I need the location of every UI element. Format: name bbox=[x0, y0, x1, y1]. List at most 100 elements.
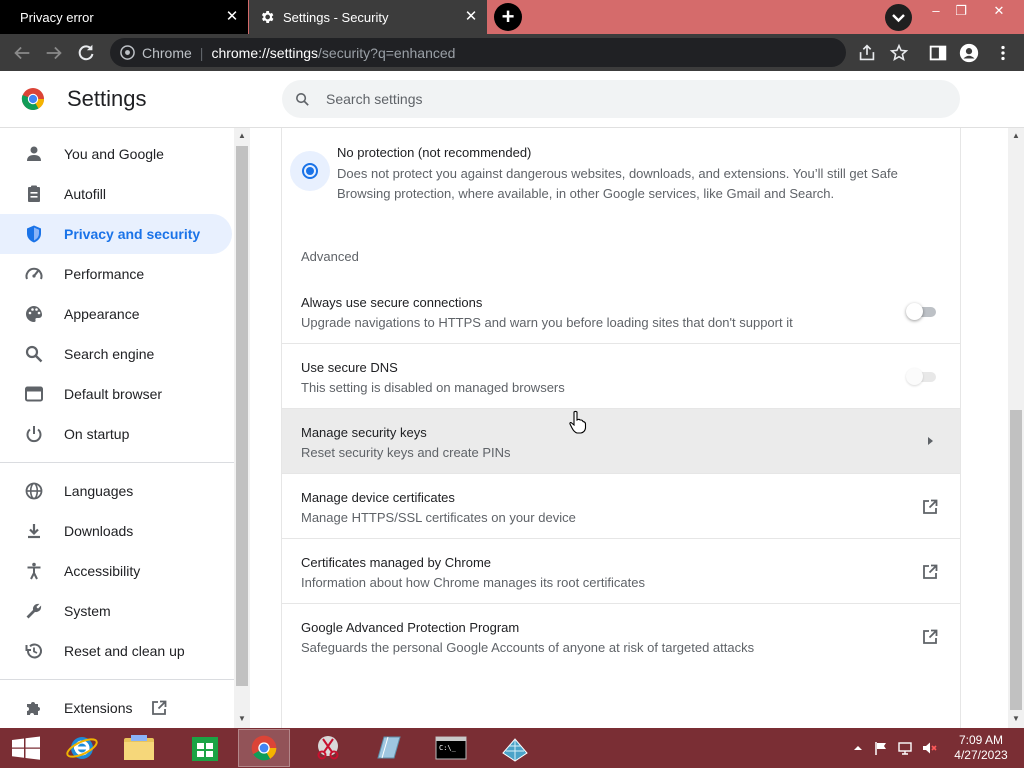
row-always-use-secure-connections[interactable]: Always use secure connections Upgrade na… bbox=[282, 279, 960, 344]
omnibox-separator: | bbox=[199, 44, 204, 61]
content-scroll-thumb[interactable] bbox=[1010, 410, 1022, 710]
scroll-down-arrow-icon[interactable]: ▼ bbox=[1012, 715, 1020, 723]
wrench-icon bbox=[26, 603, 42, 619]
row-use-secure-dns[interactable]: Use secure DNS This setting is disabled … bbox=[282, 343, 960, 408]
notepad-icon[interactable] bbox=[362, 729, 414, 767]
taskbar-clock[interactable]: 7:09 AM 4/27/2023 bbox=[946, 733, 1016, 763]
side-panel-icon[interactable] bbox=[927, 42, 949, 64]
show-hidden-icons-icon[interactable] bbox=[850, 740, 866, 756]
sidebar-item-label: Languages bbox=[64, 483, 134, 499]
snipping-tool-icon[interactable] bbox=[302, 729, 354, 767]
internet-explorer-icon[interactable] bbox=[56, 729, 108, 767]
close-window-button[interactable]: ✕ bbox=[982, 0, 1016, 22]
sidebar-divider bbox=[0, 679, 234, 680]
sidebar-item-privacy-and-security[interactable]: Privacy and security bbox=[0, 214, 232, 254]
toggle-knob bbox=[906, 303, 923, 320]
speaker-muted-icon[interactable] bbox=[921, 740, 937, 756]
clock-time: 7:09 AM bbox=[958, 733, 1004, 747]
store-icon[interactable] bbox=[180, 729, 232, 767]
settings-search[interactable] bbox=[282, 80, 960, 118]
sidebar-item-accessibility[interactable]: Accessibility bbox=[0, 551, 232, 591]
accessibility-icon bbox=[27, 562, 41, 580]
back-arrow-icon[interactable] bbox=[11, 42, 33, 64]
sidebar-item-autofill[interactable]: Autofill bbox=[0, 174, 232, 214]
share-icon[interactable] bbox=[856, 42, 878, 64]
forward-arrow-icon[interactable] bbox=[43, 42, 65, 64]
profile-avatar-icon[interactable] bbox=[958, 42, 980, 64]
palette-icon bbox=[26, 306, 43, 322]
url-host: chrome://settings bbox=[211, 44, 319, 61]
row-manage-security-keys[interactable]: Manage security keys Reset security keys… bbox=[282, 408, 960, 473]
sidebar-item-you-and-google[interactable]: You and Google bbox=[0, 134, 232, 174]
radio-button-selected[interactable] bbox=[302, 163, 318, 179]
tab-settings-security[interactable]: Settings - Security ✕ bbox=[249, 0, 487, 34]
sidebar-item-appearance[interactable]: Appearance bbox=[0, 294, 232, 334]
action-center-flag-icon[interactable] bbox=[873, 740, 889, 756]
network-app-icon[interactable] bbox=[489, 729, 541, 767]
row-title: Always use secure connections bbox=[301, 295, 483, 310]
search-input[interactable] bbox=[326, 80, 926, 118]
secure-dns-toggle bbox=[906, 367, 938, 385]
speedometer-icon bbox=[25, 267, 43, 280]
row-manage-device-certificates[interactable]: Manage device certificates Manage HTTPS/… bbox=[282, 473, 960, 538]
close-tab-icon[interactable]: ✕ bbox=[224, 9, 240, 25]
page-title: Settings bbox=[67, 86, 147, 111]
sidebar-scroll-thumb[interactable] bbox=[236, 146, 248, 686]
sidebar-item-search-engine[interactable]: Search engine bbox=[0, 334, 232, 374]
row-subtitle: This setting is disabled on managed brow… bbox=[301, 380, 565, 395]
secure-connections-toggle[interactable] bbox=[906, 302, 938, 320]
row-subtitle: Manage HTTPS/SSL certificates on your de… bbox=[301, 510, 576, 525]
sidebar-item-label: System bbox=[64, 603, 111, 619]
settings-header: Settings bbox=[0, 71, 1024, 128]
row-title: Manage device certificates bbox=[301, 490, 455, 505]
sidebar-item-languages[interactable]: Languages bbox=[0, 471, 232, 511]
row-certificates-managed-by-chrome[interactable]: Certificates managed by Chrome Informati… bbox=[282, 538, 960, 603]
restore-button[interactable]: ❐ bbox=[946, 0, 976, 22]
windows-taskbar: C:\_ 7:09 AM 4/27/2023 bbox=[0, 728, 1024, 768]
external-link-icon bbox=[152, 700, 167, 715]
row-advanced-protection-program[interactable]: Google Advanced Protection Program Safeg… bbox=[282, 603, 960, 668]
windows-start-icon[interactable] bbox=[0, 729, 52, 767]
hand-pointer-cursor-icon bbox=[569, 410, 587, 434]
bookmark-star-icon[interactable] bbox=[888, 42, 910, 64]
close-tab-icon[interactable]: ✕ bbox=[463, 9, 479, 25]
sidebar-item-performance[interactable]: Performance bbox=[0, 254, 232, 294]
new-tab-button[interactable]: + bbox=[494, 3, 522, 31]
sidebar-item-label: On startup bbox=[64, 426, 130, 442]
sidebar-divider bbox=[0, 462, 234, 463]
sidebar-item-default-browser[interactable]: Default browser bbox=[0, 374, 232, 414]
scroll-up-arrow-icon[interactable]: ▲ bbox=[1012, 132, 1020, 140]
sidebar-item-label: Default browser bbox=[64, 386, 163, 402]
search-icon bbox=[25, 345, 43, 363]
arrow-right-icon bbox=[928, 437, 933, 445]
external-link-icon bbox=[923, 499, 938, 514]
chrome-taskbar-icon[interactable] bbox=[238, 729, 290, 767]
sidebar-item-system[interactable]: System bbox=[0, 591, 232, 631]
content-scrollbar[interactable]: ▲ ▼ bbox=[1008, 128, 1024, 728]
globe-icon bbox=[25, 482, 43, 500]
network-status-icon[interactable] bbox=[897, 740, 913, 756]
power-icon bbox=[26, 426, 42, 443]
sidebar-item-reset-and-clean-up[interactable]: Reset and clean up bbox=[0, 631, 232, 671]
row-title: Google Advanced Protection Program bbox=[301, 620, 520, 635]
tab-search-button[interactable] bbox=[885, 4, 912, 31]
no-protection-description: Does not protect you against dangerous w… bbox=[337, 166, 898, 201]
row-title: Use secure DNS bbox=[301, 360, 398, 375]
no-protection-title: No protection (not recommended) bbox=[337, 145, 532, 160]
file-explorer-icon[interactable] bbox=[113, 729, 165, 767]
scroll-up-arrow-icon[interactable]: ▲ bbox=[238, 132, 246, 140]
row-subtitle: Safeguards the personal Google Accounts … bbox=[301, 640, 755, 655]
more-menu-icon[interactable] bbox=[992, 42, 1014, 64]
sidebar-item-extensions[interactable]: Extensions bbox=[0, 688, 232, 728]
sidebar-scrollbar[interactable]: ▲ ▼ bbox=[234, 128, 250, 728]
address-bar[interactable]: Chrome | chrome://settings/security?q=en… bbox=[110, 38, 846, 67]
command-prompt-icon[interactable]: C:\_ bbox=[425, 729, 477, 767]
tab-privacy-error[interactable]: Privacy error ✕ bbox=[0, 0, 248, 34]
sidebar-item-downloads[interactable]: Downloads bbox=[0, 511, 232, 551]
chevron-down-icon bbox=[892, 14, 905, 23]
sidebar-item-on-startup[interactable]: On startup bbox=[0, 414, 232, 454]
scroll-down-arrow-icon[interactable]: ▼ bbox=[238, 715, 246, 723]
reload-icon[interactable] bbox=[75, 42, 97, 64]
no-protection-radio[interactable] bbox=[290, 151, 330, 191]
clipboard-icon bbox=[28, 185, 40, 202]
